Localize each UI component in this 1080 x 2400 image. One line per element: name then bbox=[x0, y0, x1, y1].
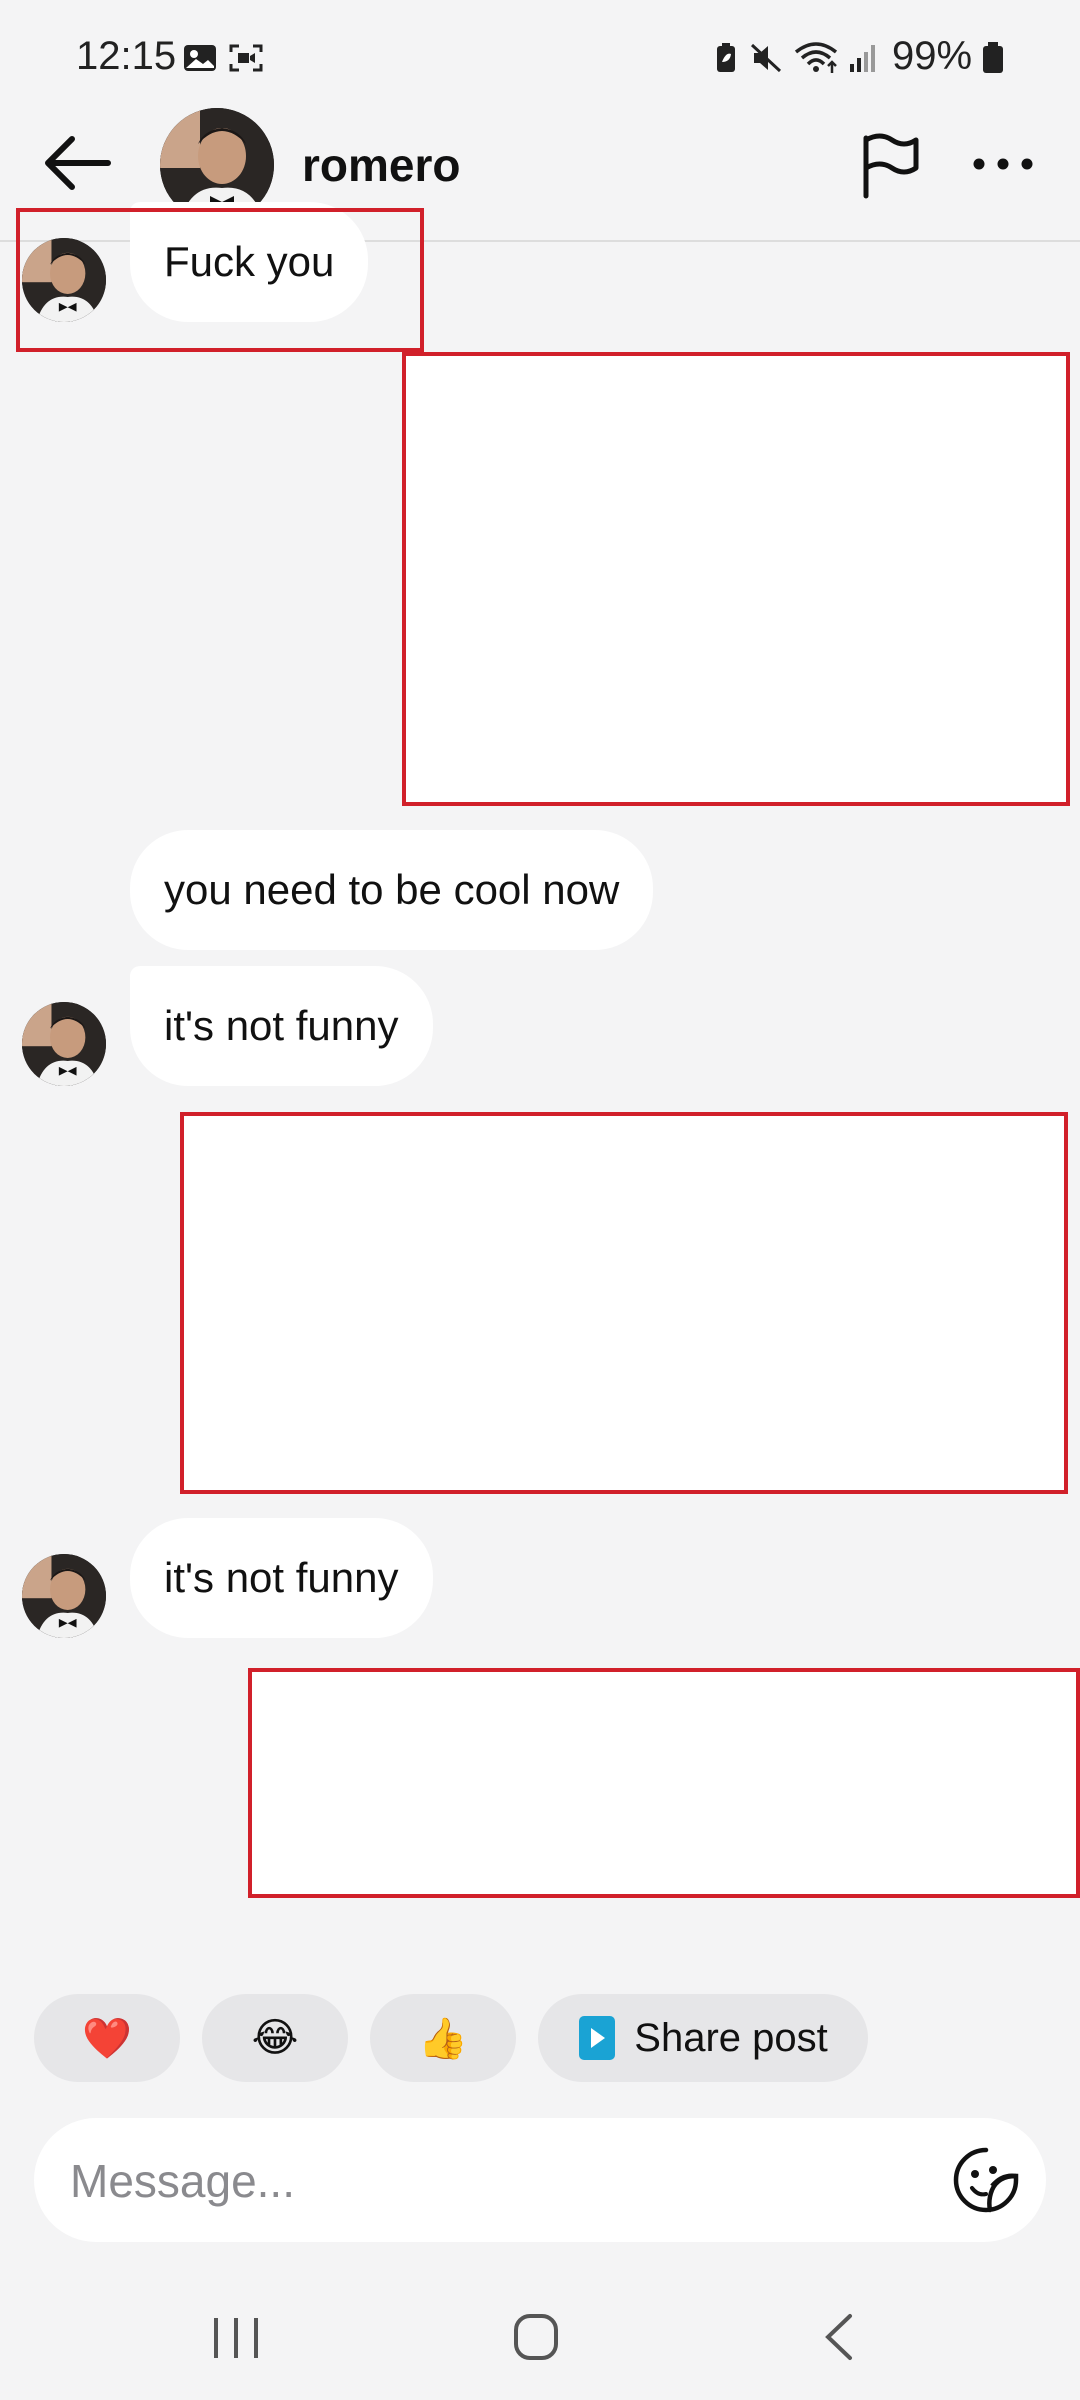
message-text: it's not funny bbox=[164, 1554, 399, 1601]
share-post-button[interactable]: Share post bbox=[538, 1994, 868, 2082]
laugh-emoji-icon: 😂 bbox=[251, 2016, 299, 2060]
redacted-message-outgoing[interactable] bbox=[402, 352, 1070, 806]
message-text: you need to be cool now bbox=[164, 866, 620, 913]
battery-percentage: 99% bbox=[892, 34, 973, 78]
screen-record-icon bbox=[229, 44, 263, 72]
sender-avatar[interactable] bbox=[22, 1002, 106, 1086]
gallery-icon bbox=[184, 45, 216, 71]
quick-reaction-laugh[interactable]: 😂 bbox=[202, 1994, 348, 2082]
annotation-box bbox=[16, 208, 424, 352]
message-text: it's not funny bbox=[164, 1002, 399, 1049]
back-nav-icon[interactable] bbox=[800, 2302, 880, 2372]
thumbs-up-emoji-icon: 👍 bbox=[418, 2016, 468, 2061]
share-post-icon bbox=[579, 2016, 616, 2060]
back-arrow-icon[interactable] bbox=[42, 130, 122, 196]
avatar-image bbox=[22, 1554, 106, 1638]
more-options-icon[interactable] bbox=[970, 144, 1036, 184]
battery-icon bbox=[983, 42, 1003, 73]
recent-apps-icon[interactable] bbox=[196, 2302, 276, 2372]
quick-reaction-heart[interactable]: ❤️ bbox=[34, 1994, 180, 2082]
flag-icon[interactable] bbox=[854, 130, 926, 202]
redacted-message-outgoing[interactable] bbox=[248, 1668, 1080, 1898]
redacted-message-outgoing[interactable] bbox=[180, 1112, 1068, 1494]
message-bubble-incoming[interactable]: you need to be cool now bbox=[130, 830, 654, 950]
wifi-icon bbox=[794, 42, 838, 73]
message-input[interactable] bbox=[68, 2118, 932, 2244]
status-time: 12:15 bbox=[76, 34, 177, 78]
sender-avatar[interactable] bbox=[22, 1554, 106, 1638]
quick-reaction-thumbs-up[interactable]: 👍 bbox=[370, 1994, 516, 2082]
avatar-image bbox=[22, 1002, 106, 1086]
sticker-icon[interactable] bbox=[952, 2146, 1020, 2214]
signal-icon bbox=[850, 45, 875, 72]
heart-emoji-icon: ❤️ bbox=[82, 2016, 132, 2061]
message-bubble-incoming[interactable]: it's not funny bbox=[130, 1518, 433, 1638]
system-navigation-bar bbox=[0, 2280, 1080, 2400]
battery-saver-icon bbox=[717, 43, 735, 72]
mute-icon bbox=[750, 43, 782, 73]
message-composer bbox=[34, 2118, 1046, 2244]
message-bubble-incoming[interactable]: it's not funny bbox=[130, 966, 433, 1086]
chat-username[interactable]: romero bbox=[302, 138, 460, 192]
home-icon[interactable] bbox=[496, 2302, 576, 2372]
share-post-label: Share post bbox=[634, 2015, 828, 2060]
